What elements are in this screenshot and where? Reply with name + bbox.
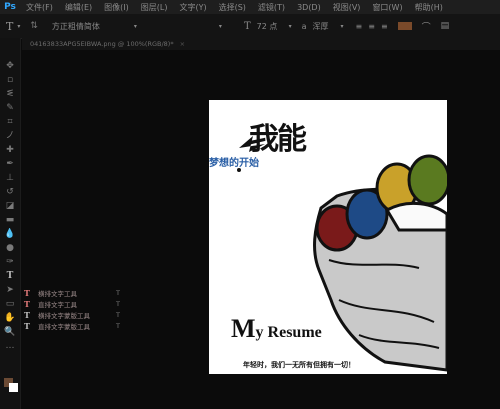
blur-tool-icon[interactable]: 💧 bbox=[4, 228, 16, 240]
flyout-item-vertical-type-mask[interactable]: T 直排文字蒙版工具 T bbox=[24, 320, 124, 331]
brush-tool-icon[interactable]: ✒ bbox=[4, 158, 16, 170]
dodge-tool-icon[interactable]: ● bbox=[4, 242, 16, 254]
menu-type[interactable]: 文字(Y) bbox=[173, 2, 212, 13]
resume-title: My Resume bbox=[231, 314, 322, 344]
history-brush-tool-icon[interactable]: ↺ bbox=[4, 186, 16, 198]
pen-tool-icon[interactable]: ✑ bbox=[4, 256, 16, 268]
clone-stamp-tool-icon[interactable]: ⊥ bbox=[4, 172, 16, 184]
lasso-tool-icon[interactable]: ᓬ bbox=[4, 88, 16, 100]
menu-window[interactable]: 窗口(W) bbox=[366, 2, 408, 13]
rectangle-tool-icon[interactable]: ▭ bbox=[4, 298, 16, 310]
background-color-swatch[interactable] bbox=[9, 383, 18, 392]
options-bar: T ▾ ⇅ 方正粗倩简体 ▾ ▾ T 72 点 ▾ a 浑厚 ▾ ≡ ≡ ≡ ⌒… bbox=[0, 14, 500, 39]
menu-filter[interactable]: 滤镜(T) bbox=[252, 2, 291, 13]
horizontal-type-icon: T bbox=[24, 287, 30, 298]
zoom-tool-icon[interactable]: 🔍 bbox=[4, 326, 16, 338]
hand-tool-icon[interactable]: ✋ bbox=[4, 312, 16, 324]
align-left-icon[interactable]: ≡ bbox=[356, 22, 363, 31]
align-center-icon[interactable]: ≡ bbox=[368, 22, 375, 31]
menu-3d[interactable]: 3D(D) bbox=[291, 3, 327, 12]
poster-headline: 我能 bbox=[249, 122, 307, 157]
menu-help[interactable]: 帮助(H) bbox=[409, 2, 449, 13]
menu-select[interactable]: 选择(S) bbox=[213, 2, 252, 13]
menu-image[interactable]: 图像(I) bbox=[98, 2, 135, 13]
gradient-tool-icon[interactable]: ▬ bbox=[4, 214, 16, 226]
flyout-item-vertical-type[interactable]: T 直排文字工具 T bbox=[24, 298, 124, 309]
font-size-chevron-icon[interactable]: ▾ bbox=[289, 23, 292, 30]
font-family-chevron-icon[interactable]: ▾ bbox=[134, 23, 137, 30]
type-tool-icon[interactable]: T bbox=[4, 270, 16, 282]
font-style-chevron-icon[interactable]: ▾ bbox=[219, 23, 222, 30]
menu-layer[interactable]: 图层(L) bbox=[135, 2, 174, 13]
poster-slogan: 年轻时，我们一无所有但拥有一切！ bbox=[243, 361, 355, 369]
flyout-item-horizontal-type[interactable]: T 横排文字工具 T bbox=[24, 287, 124, 298]
move-tool-icon[interactable]: ✥ bbox=[4, 60, 16, 72]
quick-select-tool-icon[interactable]: ✎ bbox=[4, 102, 16, 114]
eyedropper-tool-icon[interactable]: ノ bbox=[4, 130, 16, 142]
orientation-toggle-icon[interactable]: ⇅ bbox=[30, 21, 38, 31]
type-tool-preset-icon[interactable]: T bbox=[6, 20, 13, 33]
align-right-icon[interactable]: ≡ bbox=[381, 22, 388, 31]
poster-subtitle: 梦想的开始 bbox=[209, 158, 259, 169]
close-tab-icon[interactable]: × bbox=[180, 40, 185, 48]
font-size-input[interactable]: 72 点 bbox=[257, 21, 289, 32]
document-canvas[interactable]: 我能 梦想的开始 My Resume 年轻时，我们一无所有但拥有一切！ bbox=[209, 100, 447, 374]
preset-dropdown-icon[interactable]: ▾ bbox=[17, 23, 20, 30]
crop-tool-icon[interactable]: ⌗ bbox=[4, 116, 16, 128]
photoshop-logo: Ps bbox=[4, 2, 16, 12]
edit-toolbar-icon[interactable]: … bbox=[4, 340, 16, 352]
text-color-swatch[interactable] bbox=[397, 22, 412, 30]
warp-text-icon[interactable]: ⌒ bbox=[422, 20, 431, 33]
menu-bar: Ps 文件(F) 编辑(E) 图像(I) 图层(L) 文字(Y) 选择(S) 滤… bbox=[0, 0, 500, 14]
path-selection-tool-icon[interactable]: ➤ bbox=[4, 284, 16, 296]
antialias-icon: a bbox=[301, 21, 307, 31]
horizontal-type-mask-icon: T bbox=[24, 309, 30, 320]
font-family-select[interactable]: 方正粗倩简体 bbox=[52, 21, 132, 32]
marquee-tool-icon[interactable]: ▫ bbox=[4, 74, 16, 86]
eraser-tool-icon[interactable]: ◪ bbox=[4, 200, 16, 212]
type-tool-flyout: T 横排文字工具 T T 直排文字工具 T T 横排文字蒙版工具 T T 直排文… bbox=[24, 287, 124, 333]
antialias-chevron-icon[interactable]: ▾ bbox=[341, 23, 344, 30]
character-panel-icon[interactable]: ▤ bbox=[441, 21, 450, 31]
menu-file[interactable]: 文件(F) bbox=[20, 2, 59, 13]
antialias-select[interactable]: 浑厚 bbox=[313, 21, 341, 32]
tools-panel: ✥ ▫ ᓬ ✎ ⌗ ノ ✚ ✒ ⊥ ↺ ◪ ▬ 💧 ● ✑ T ➤ ▭ ✋ 🔍 … bbox=[0, 38, 21, 409]
menu-view[interactable]: 视图(V) bbox=[327, 2, 367, 13]
document-tab[interactable]: 04163833APG5EIBWA.png @ 100%(RGB/8)* bbox=[30, 40, 174, 48]
vertical-type-mask-icon: T bbox=[24, 320, 30, 331]
resume-title-initial: M bbox=[231, 314, 256, 343]
flyout-item-horizontal-type-mask[interactable]: T 横排文字蒙版工具 T bbox=[24, 309, 124, 320]
vertical-type-icon: T bbox=[24, 298, 30, 309]
healing-brush-tool-icon[interactable]: ✚ bbox=[4, 144, 16, 156]
font-size-icon: T bbox=[243, 20, 251, 32]
document-tab-bar: 04163833APG5EIBWA.png @ 100%(RGB/8)* × bbox=[22, 38, 500, 50]
resume-title-rest: y Resume bbox=[255, 324, 322, 341]
menu-edit[interactable]: 编辑(E) bbox=[59, 2, 98, 13]
